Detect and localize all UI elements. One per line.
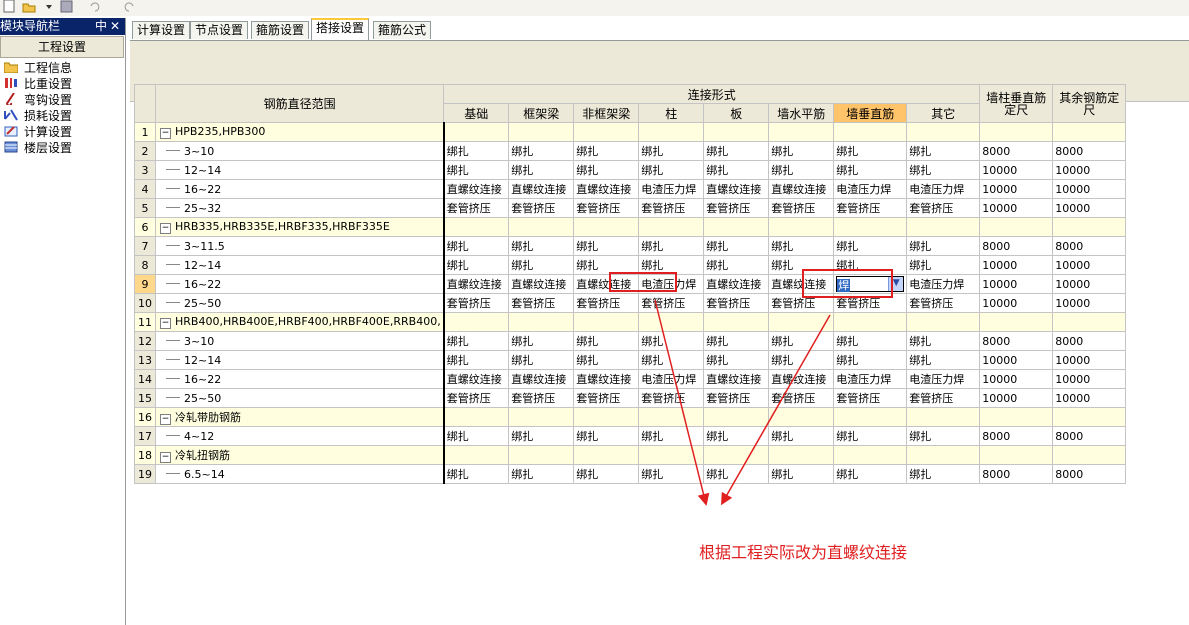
annotation-note: 根据工程实际改为直螺纹连接 xyxy=(699,543,908,562)
arrow-line xyxy=(721,314,831,506)
arrow-line xyxy=(654,299,710,506)
annotation-arrows xyxy=(654,299,831,506)
